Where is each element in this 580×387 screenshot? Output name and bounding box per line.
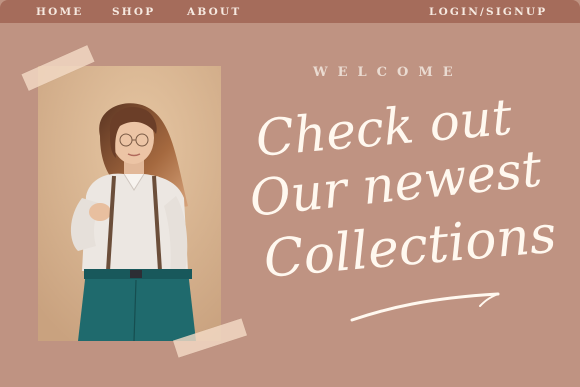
hero-headline: Check out Our newest Collections [236, 88, 566, 330]
nav-about-link[interactable]: ABOUT [187, 6, 241, 18]
nav-shop-link[interactable]: SHOP [112, 6, 155, 18]
login-signup-link[interactable]: LOGIN/SIGNUP [429, 6, 547, 18]
model-photo [38, 66, 221, 341]
welcome-heading: WELCOME [313, 65, 463, 80]
nav-home-link[interactable]: HOME [36, 6, 84, 18]
model-photo-illustration [38, 66, 221, 341]
swoosh-underline-icon [350, 292, 500, 322]
top-navbar: HOME SHOP ABOUT LOGIN/SIGNUP [0, 0, 580, 23]
